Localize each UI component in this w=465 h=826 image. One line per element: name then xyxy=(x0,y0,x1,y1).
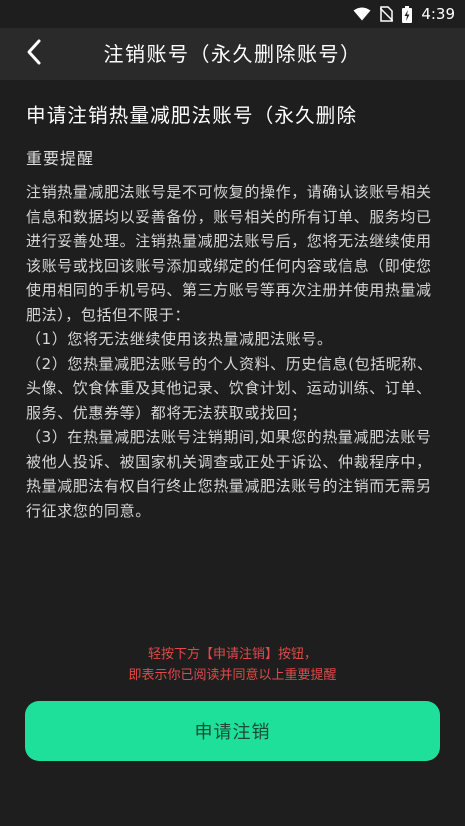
hint-line: 轻按下方【申请注销】按钮， xyxy=(147,647,317,662)
page-title: 注销账号（永久删除账号） xyxy=(103,42,362,66)
status-time: 4:39 xyxy=(421,5,455,23)
status-bar: 4:39 xyxy=(0,0,465,28)
notice-paragraph: （2）您热量减肥法账号的个人资料、历史信息(包括昵称、头像、饮食体重及其他记录、… xyxy=(26,354,433,422)
notice-paragraph: （1）您将无法继续使用该热量减肥法账号。 xyxy=(26,330,333,348)
back-arrow-icon xyxy=(25,38,43,70)
notice-body: 注销热量减肥法账号是不可恢复的操作，请确认该账号相关信息和数据均以妥善备份，账号… xyxy=(26,180,441,523)
no-sim-icon xyxy=(380,6,394,22)
app-header: 注销账号（永久删除账号） xyxy=(0,28,465,80)
content-area: 申请注销热量减肥法账号（永久删除 重要提醒 注销热量减肥法账号是不可恢复的操作，… xyxy=(26,80,441,523)
battery-charging-icon xyxy=(402,5,413,23)
content-heading: 申请注销热量减肥法账号（永久删除 xyxy=(26,104,358,127)
confirm-hint: 轻按下方【申请注销】按钮， 即表示你已阅读并同意以上重要提醒 xyxy=(0,644,465,686)
hint-line: 即表示你已阅读并同意以上重要提醒 xyxy=(128,668,337,683)
wifi-icon xyxy=(353,7,371,21)
back-button[interactable] xyxy=(18,38,50,70)
notice-paragraph: （3）在热量减肥法账号注销期间,如果您的热量减肥法账号被他人投诉、被国家机关调查… xyxy=(26,428,432,520)
apply-cancellation-button[interactable]: 申请注销 xyxy=(25,701,440,761)
section-label: 重要提醒 xyxy=(26,149,95,168)
notice-paragraph: 注销热量减肥法账号是不可恢复的操作，请确认该账号相关信息和数据均以妥善备份，账号… xyxy=(26,183,432,324)
